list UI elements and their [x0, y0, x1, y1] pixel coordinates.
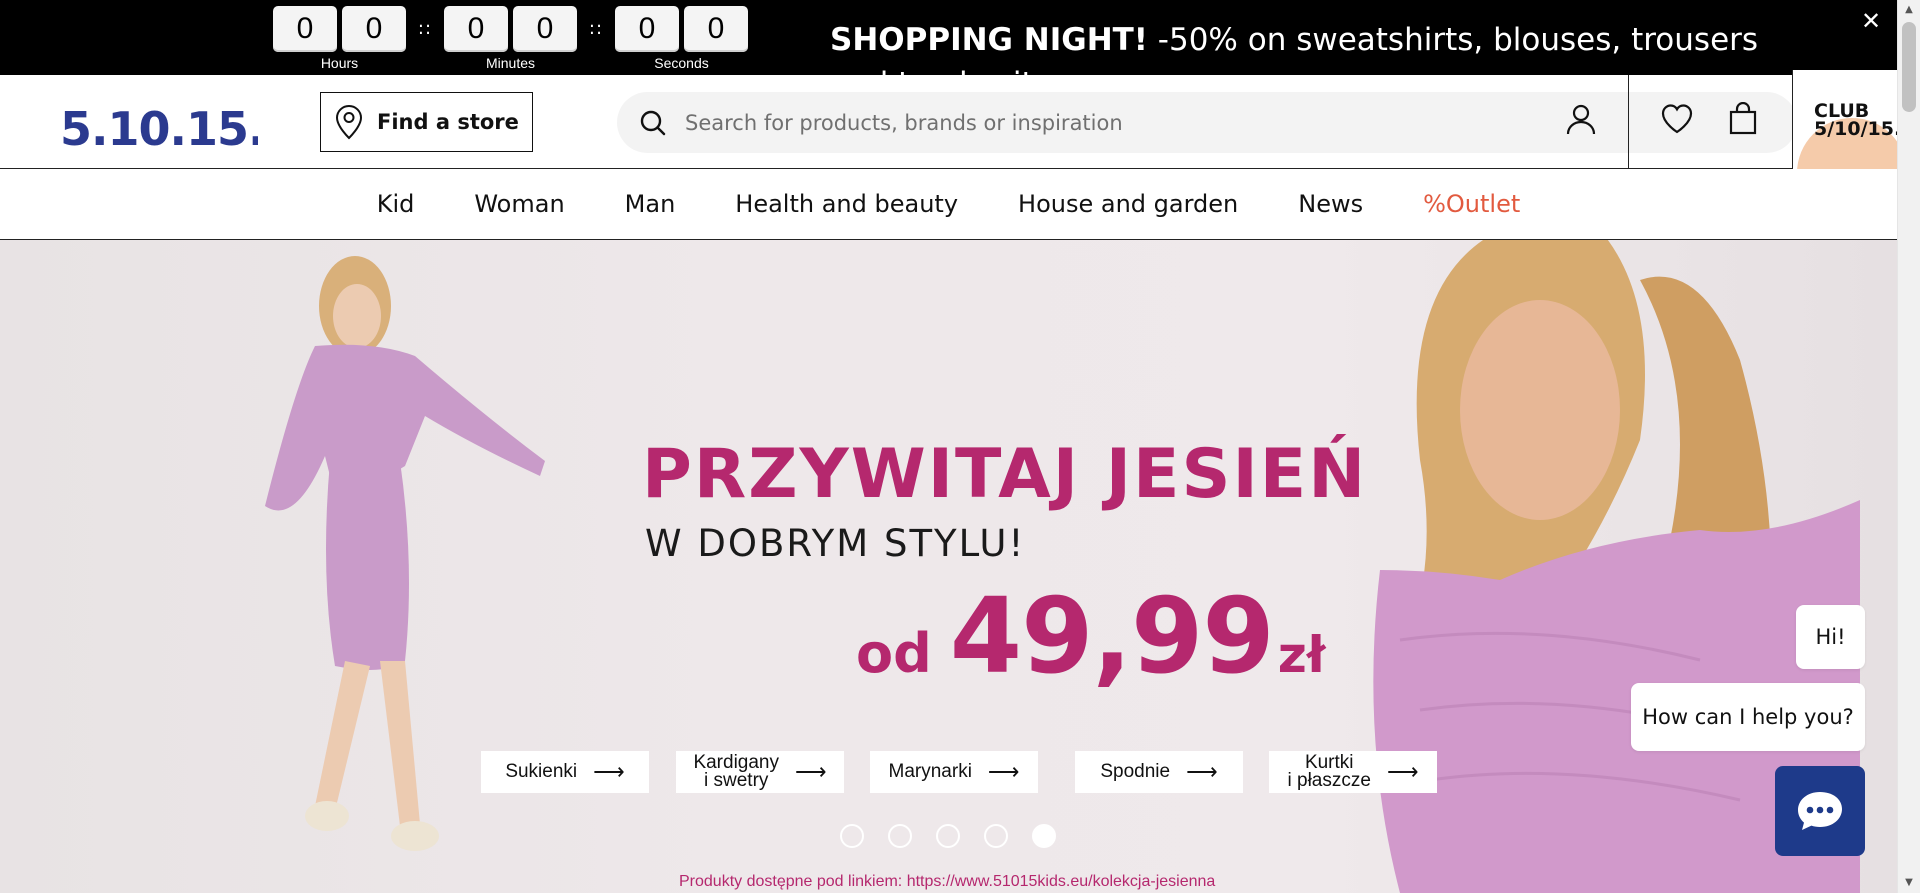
chat-icon — [1798, 792, 1842, 830]
category-button-kurtki[interactable]: Kurtki i płaszcze ⟶ — [1269, 751, 1437, 793]
hero-banner[interactable]: PRZYWITAJ JESIEŃ W DOBRYM STYLU! od 49,9… — [0, 240, 1897, 893]
page-scrollbar[interactable]: ▲ ▼ — [1897, 0, 1920, 893]
carousel-dot[interactable] — [1032, 824, 1056, 848]
hours-digit-1: 0 — [273, 6, 337, 52]
minutes-label: Minutes — [485, 55, 536, 71]
nav-item-news[interactable]: News — [1298, 190, 1363, 218]
search-bar[interactable] — [617, 92, 1797, 153]
header-divider — [1628, 75, 1629, 173]
arrow-right-icon: ⟶ — [1386, 759, 1419, 784]
main-navigation: Kid Woman Man Health and beauty House an… — [0, 169, 1897, 240]
scrollbar-thumb[interactable] — [1902, 22, 1916, 112]
minutes-digit-2: 0 — [513, 6, 577, 52]
club-label-line2: 5/10/15. — [1814, 118, 1897, 140]
category-button-marynarki[interactable]: Marynarki ⟶ — [870, 751, 1038, 793]
carousel-dot[interactable] — [984, 824, 1008, 848]
club-label: CLUB 5/10/15. — [1814, 102, 1897, 140]
hero-subheadline: W DOBRYM STYLU! — [645, 522, 1026, 565]
user-icon[interactable] — [1564, 102, 1598, 136]
club-badge[interactable]: CLUB 5/10/15. — [1792, 70, 1897, 173]
scroll-up-arrow-icon[interactable]: ▲ — [1898, 0, 1920, 20]
nav-item-woman[interactable]: Woman — [474, 190, 564, 218]
promo-headline-bold: SHOPPING NIGHT! — [830, 22, 1148, 58]
category-label: Kardigany i swetry — [693, 752, 779, 791]
brand-logo[interactable]: 5.10.15. — [58, 97, 258, 157]
price-prefix: od — [856, 622, 932, 685]
nav-item-health-beauty[interactable]: Health and beauty — [735, 190, 958, 218]
chat-greeting-bubble[interactable]: Hi! — [1796, 605, 1865, 669]
nav-item-house-garden[interactable]: House and garden — [1018, 190, 1238, 218]
logo-text: 5.10.15. — [60, 102, 258, 156]
promo-headline[interactable]: SHOPPING NIGHT! -50% on sweatshirts, blo… — [830, 18, 1760, 75]
site-header: 5.10.15. Find a store Search for product… — [0, 70, 1897, 173]
countdown-timer: 0 0 Hours :: 0 0 Minutes :: 0 0 Seconds — [273, 6, 748, 71]
location-pin-icon — [335, 104, 363, 140]
arrow-right-icon: ⟶ — [987, 759, 1020, 784]
nav-item-man[interactable]: Man — [625, 190, 676, 218]
price-currency: zł — [1277, 626, 1326, 684]
close-icon[interactable]: ✕ — [1858, 8, 1884, 34]
page: 0 0 Hours :: 0 0 Minutes :: 0 0 Seconds — [0, 0, 1920, 893]
category-button-sukienki[interactable]: Sukienki ⟶ — [481, 751, 649, 793]
countdown-separator: :: — [417, 18, 433, 39]
carousel-dots — [840, 824, 1056, 848]
minutes-digit-1: 0 — [444, 6, 508, 52]
scroll-down-arrow-icon[interactable]: ▼ — [1898, 873, 1920, 893]
countdown-hours: 0 0 Hours — [273, 6, 406, 71]
hero-model-left-image — [265, 256, 545, 851]
arrow-right-icon: ⟶ — [1186, 759, 1218, 784]
chat-prompt-bubble[interactable]: How can I help you? — [1631, 683, 1865, 751]
category-label: Sukienki — [505, 761, 578, 782]
category-button-spodnie[interactable]: Spodnie ⟶ — [1075, 751, 1243, 793]
carousel-dot[interactable] — [888, 824, 912, 848]
countdown-seconds: 0 0 Seconds — [615, 6, 748, 71]
search-icon[interactable] — [639, 109, 667, 137]
nav-item-kid[interactable]: Kid — [377, 190, 415, 218]
carousel-dot[interactable] — [936, 824, 960, 848]
category-label: Marynarki — [888, 761, 972, 782]
search-input[interactable] — [685, 110, 1485, 135]
category-label: Spodnie — [1100, 761, 1171, 782]
hero-price: od 49,99 zł — [856, 575, 1325, 697]
carousel-dot[interactable] — [840, 824, 864, 848]
category-label: Kurtki i płaszcze — [1287, 752, 1371, 791]
find-store-button[interactable]: Find a store — [320, 92, 533, 152]
promo-bar: 0 0 Hours :: 0 0 Minutes :: 0 0 Seconds — [0, 0, 1897, 75]
nav-item-outlet[interactable]: %Outlet — [1423, 190, 1520, 218]
countdown-minutes: 0 0 Minutes — [444, 6, 577, 71]
hero-headline: PRZYWITAJ JESIEŃ — [642, 435, 1368, 514]
seconds-digit-2: 0 — [684, 6, 748, 52]
shopping-bag-icon[interactable] — [1726, 102, 1760, 136]
hours-label: Hours — [320, 55, 359, 71]
chat-launcher-button[interactable] — [1775, 766, 1865, 856]
hours-digit-2: 0 — [342, 6, 406, 52]
hero-footer-note[interactable]: Produkty dostępne pod linkiem: https://w… — [679, 873, 1215, 891]
arrow-right-icon: ⟶ — [795, 759, 827, 784]
price-value: 49,99 — [949, 575, 1275, 697]
arrow-right-icon: ⟶ — [593, 759, 625, 784]
seconds-label: Seconds — [654, 55, 709, 71]
countdown-separator: :: — [588, 18, 604, 39]
seconds-digit-1: 0 — [615, 6, 679, 52]
category-button-kardigany[interactable]: Kardigany i swetry ⟶ — [676, 751, 844, 793]
heart-icon[interactable] — [1660, 102, 1694, 136]
find-store-label: Find a store — [377, 110, 519, 134]
